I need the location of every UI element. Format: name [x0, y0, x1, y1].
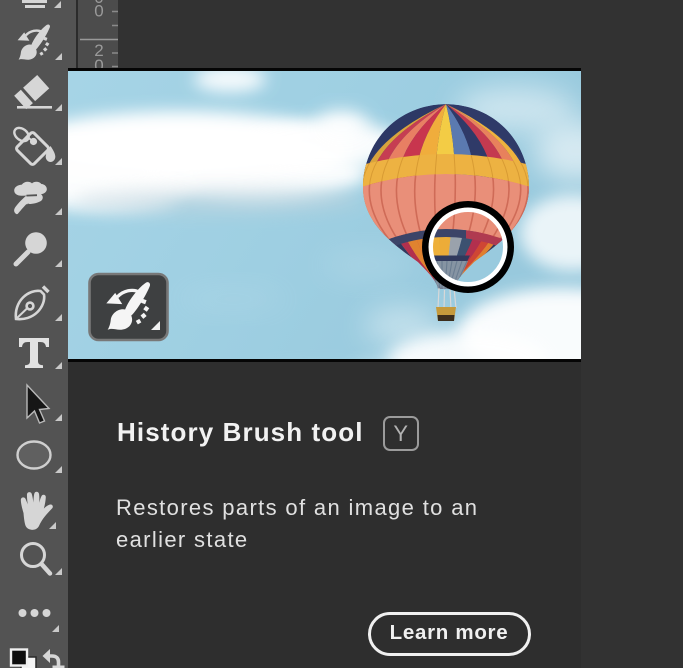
svg-text:0: 0: [94, 2, 103, 21]
